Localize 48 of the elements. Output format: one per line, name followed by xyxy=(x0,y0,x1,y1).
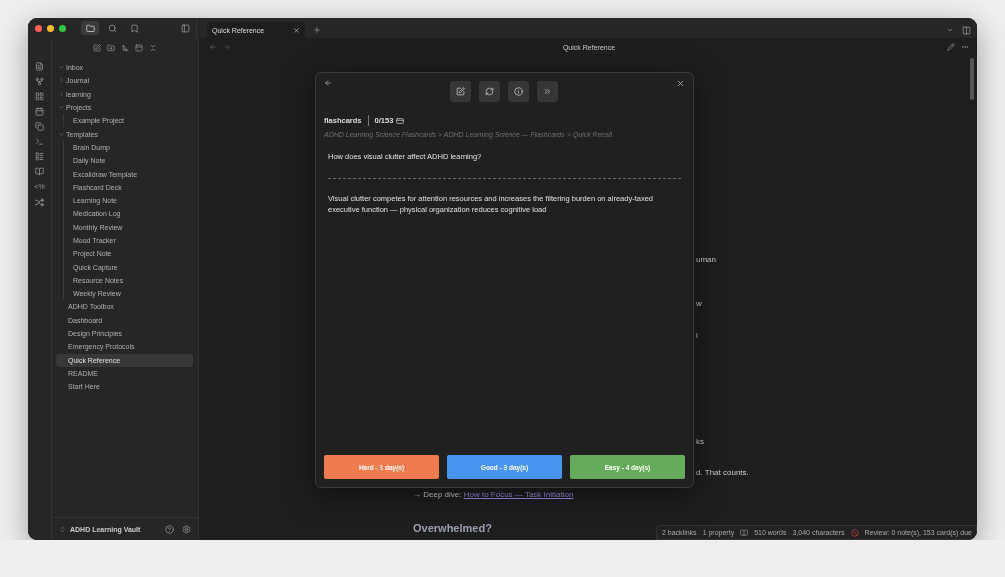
refresh-icon xyxy=(485,87,494,96)
panel-icon[interactable] xyxy=(135,44,143,52)
settings-icon[interactable] xyxy=(182,524,191,534)
double-chevron-icon xyxy=(543,87,552,96)
sidebar-toggle-icon[interactable] xyxy=(181,23,190,33)
copy-icon[interactable] xyxy=(35,122,44,131)
note-text: w xyxy=(696,299,702,308)
note-text: ks xyxy=(696,437,704,446)
new-folder-icon[interactable] xyxy=(107,44,115,52)
card-icon xyxy=(396,116,405,125)
book-icon[interactable] xyxy=(35,167,44,176)
info-icon xyxy=(514,87,523,96)
info-button[interactable] xyxy=(508,81,529,102)
close-icon[interactable] xyxy=(676,79,685,88)
review-icon[interactable] xyxy=(850,528,859,537)
grid-icon[interactable] xyxy=(35,92,44,101)
help-icon[interactable] xyxy=(165,524,174,534)
edit-button[interactable] xyxy=(450,81,471,102)
reset-button[interactable] xyxy=(479,81,500,102)
note-text: i xyxy=(696,331,698,340)
zoom-button[interactable] xyxy=(59,24,66,32)
terminal-icon[interactable] xyxy=(35,137,44,146)
edit-icon xyxy=(456,87,465,96)
folder-icon[interactable] xyxy=(81,21,99,35)
note-heading: Overwhelmed? xyxy=(413,522,492,534)
sort-icon[interactable] xyxy=(121,44,129,52)
minimize-button[interactable] xyxy=(47,24,54,32)
book-icon[interactable] xyxy=(740,528,749,537)
back-icon[interactable] xyxy=(209,43,217,51)
new-note-icon[interactable] xyxy=(93,44,101,52)
skip-button[interactable] xyxy=(537,81,558,102)
back-icon[interactable] xyxy=(324,79,332,87)
note-link[interactable]: How to Focus — Task Initiation xyxy=(463,490,574,499)
edit-icon[interactable] xyxy=(947,43,955,51)
list-icon[interactable] xyxy=(35,152,44,161)
graph-icon[interactable] xyxy=(35,77,44,86)
note-text: d. That counts. xyxy=(696,468,749,477)
more-icon[interactable] xyxy=(961,43,969,51)
scrollbar[interactable] xyxy=(970,58,974,100)
note-text: → Deep dive: How to Focus — Task Initiation xyxy=(413,490,574,499)
calendar-icon[interactable] xyxy=(35,107,44,116)
switch-icon[interactable] xyxy=(59,525,66,533)
note-text: uman xyxy=(696,255,716,264)
close-window-button[interactable] xyxy=(35,24,42,32)
chevron-icon xyxy=(58,130,66,138)
close-icon[interactable] xyxy=(293,26,300,34)
collapse-icon[interactable] xyxy=(149,44,157,52)
new-note-icon[interactable] xyxy=(35,62,44,71)
